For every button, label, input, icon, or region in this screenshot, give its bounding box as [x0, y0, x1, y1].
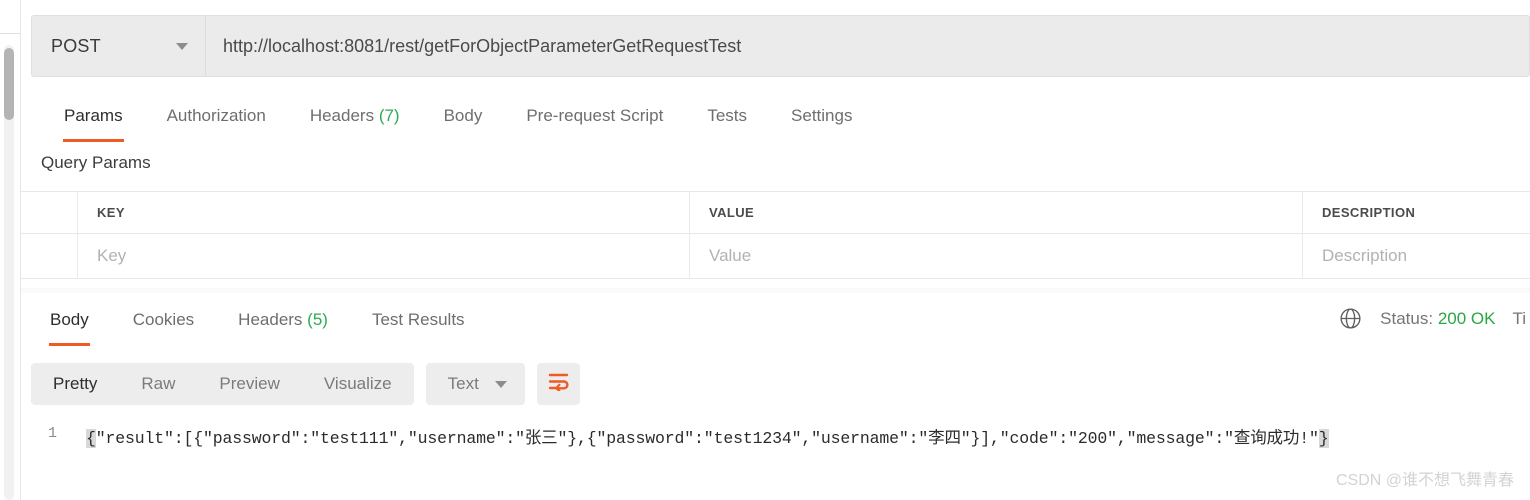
response-tab-bar: Body Cookies Headers (5) Test Results [21, 300, 1530, 348]
http-method-dropdown[interactable]: POST [32, 16, 206, 76]
response-tab-headers-label: Headers [238, 310, 303, 329]
row-description-placeholder: Description [1322, 246, 1408, 265]
request-url-bar: POST http://localhost:8081/rest/getForOb… [31, 15, 1530, 77]
open-brace: { [86, 429, 96, 448]
time-label: Ti [1512, 308, 1526, 328]
format-raw-button[interactable]: Raw [119, 363, 197, 405]
tab-headers[interactable]: Headers (7) [288, 96, 422, 142]
format-preview-button[interactable]: Preview [197, 363, 301, 405]
response-tab-test-results[interactable]: Test Results [350, 300, 487, 346]
tab-headers-count: (7) [378, 106, 400, 125]
format-pretty-button[interactable]: Pretty [31, 363, 119, 405]
tab-headers-label: Headers [309, 106, 375, 125]
status-label: Status: 200 OK [1380, 309, 1495, 329]
rail-corner [0, 0, 21, 34]
tab-settings[interactable]: Settings [769, 96, 874, 142]
response-tab-headers-count: (5) [307, 310, 328, 329]
response-tab-test-results-label: Test Results [371, 310, 465, 329]
response-format-toolbar: Pretty Raw Preview Visualize Text [31, 363, 580, 405]
chevron-down-icon [494, 380, 507, 388]
format-visualize-button[interactable]: Visualize [302, 363, 414, 405]
table-header-row: KEY VALUE DESCRIPTION [21, 191, 1530, 234]
row-description-input[interactable]: Description [1303, 234, 1530, 278]
query-params-table: KEY VALUE DESCRIPTION Key Value Descript… [21, 191, 1530, 279]
tab-body-label: Body [443, 106, 483, 125]
scrollbar-thumb[interactable] [4, 48, 14, 120]
response-meta: Status: 200 OK Ti [1338, 306, 1530, 331]
header-key-cell: KEY [78, 192, 690, 233]
header-checkbox-cell [21, 192, 78, 233]
tab-settings-label: Settings [791, 106, 853, 125]
header-description-cell: DESCRIPTION [1303, 192, 1530, 233]
response-tab-body[interactable]: Body [28, 300, 111, 346]
tab-body[interactable]: Body [422, 96, 505, 142]
response-tab-cookies-label: Cookies [132, 310, 195, 329]
tab-authorization[interactable]: Authorization [145, 96, 288, 142]
header-value-cell: VALUE [690, 192, 1303, 233]
close-brace: } [1318, 429, 1329, 448]
row-key-input[interactable]: Key [78, 234, 690, 278]
response-body-text: "result":[{"password":"test111","usernam… [95, 429, 1319, 448]
chevron-down-icon [176, 42, 188, 50]
row-key-placeholder: Key [97, 246, 127, 265]
url-value: http://localhost:8081/rest/getForObjectP… [223, 35, 742, 56]
row-value-input[interactable]: Value [690, 234, 1303, 278]
response-tab-headers[interactable]: Headers (5) [216, 300, 350, 346]
tab-params[interactable]: Params [42, 96, 145, 142]
language-label: Text [447, 374, 479, 393]
language-dropdown[interactable]: Text [425, 363, 525, 405]
response-separator [21, 288, 1530, 293]
header-value-label: VALUE [709, 205, 755, 220]
status-label-text: Status: [1380, 308, 1434, 328]
request-tab-bar: Params Authorization Headers (7) Body Pr… [21, 96, 1530, 144]
header-key-label: KEY [97, 205, 125, 220]
table-row[interactable]: Key Value Description [21, 234, 1530, 279]
tab-pre-request-script-label: Pre-request Script [526, 106, 664, 125]
tab-tests[interactable]: Tests [685, 96, 769, 142]
watermark: CSDN @谁不想飞舞青春 [1335, 472, 1514, 489]
format-segment-group: Pretty Raw Preview Visualize [31, 363, 414, 405]
response-body-line: {"result":[{"password":"test111","userna… [66, 418, 1530, 500]
globe-icon[interactable] [1338, 306, 1363, 331]
row-checkbox-cell[interactable] [21, 234, 78, 278]
word-wrap-button[interactable] [536, 363, 580, 405]
url-input[interactable]: http://localhost:8081/rest/getForObjectP… [206, 16, 1529, 76]
response-tab-body-label: Body [50, 310, 89, 329]
status-badge: 200 OK [1437, 308, 1496, 328]
response-tab-cookies[interactable]: Cookies [111, 300, 216, 346]
tab-tests-label: Tests [707, 106, 748, 125]
row-value-placeholder: Value [709, 246, 752, 265]
window-scrollbar[interactable] [0, 0, 21, 500]
postman-window: POST http://localhost:8081/rest/getForOb… [0, 0, 1530, 500]
response-body-viewer[interactable]: 1 {"result":[{"password":"test111","user… [21, 418, 1530, 500]
header-description-label: DESCRIPTION [1322, 205, 1416, 220]
http-method-label: POST [51, 35, 101, 56]
query-params-title: Query Params [41, 153, 151, 172]
line-number: 1 [47, 425, 57, 442]
tab-pre-request-script[interactable]: Pre-request Script [504, 96, 685, 142]
tab-authorization-label: Authorization [166, 106, 266, 125]
word-wrap-icon [547, 372, 570, 396]
tab-params-label: Params [64, 106, 123, 125]
